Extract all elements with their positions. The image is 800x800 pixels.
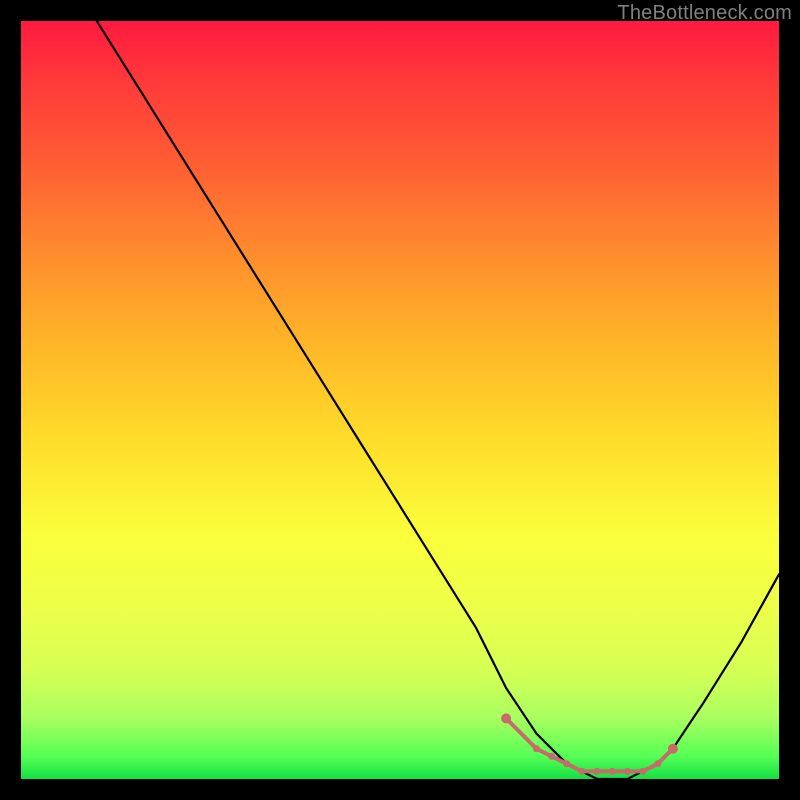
plot-area xyxy=(21,21,779,779)
watermark-text: TheBottleneck.com xyxy=(617,2,792,25)
outer-frame: TheBottleneck.com xyxy=(0,0,800,800)
heat-gradient-background xyxy=(21,21,779,779)
